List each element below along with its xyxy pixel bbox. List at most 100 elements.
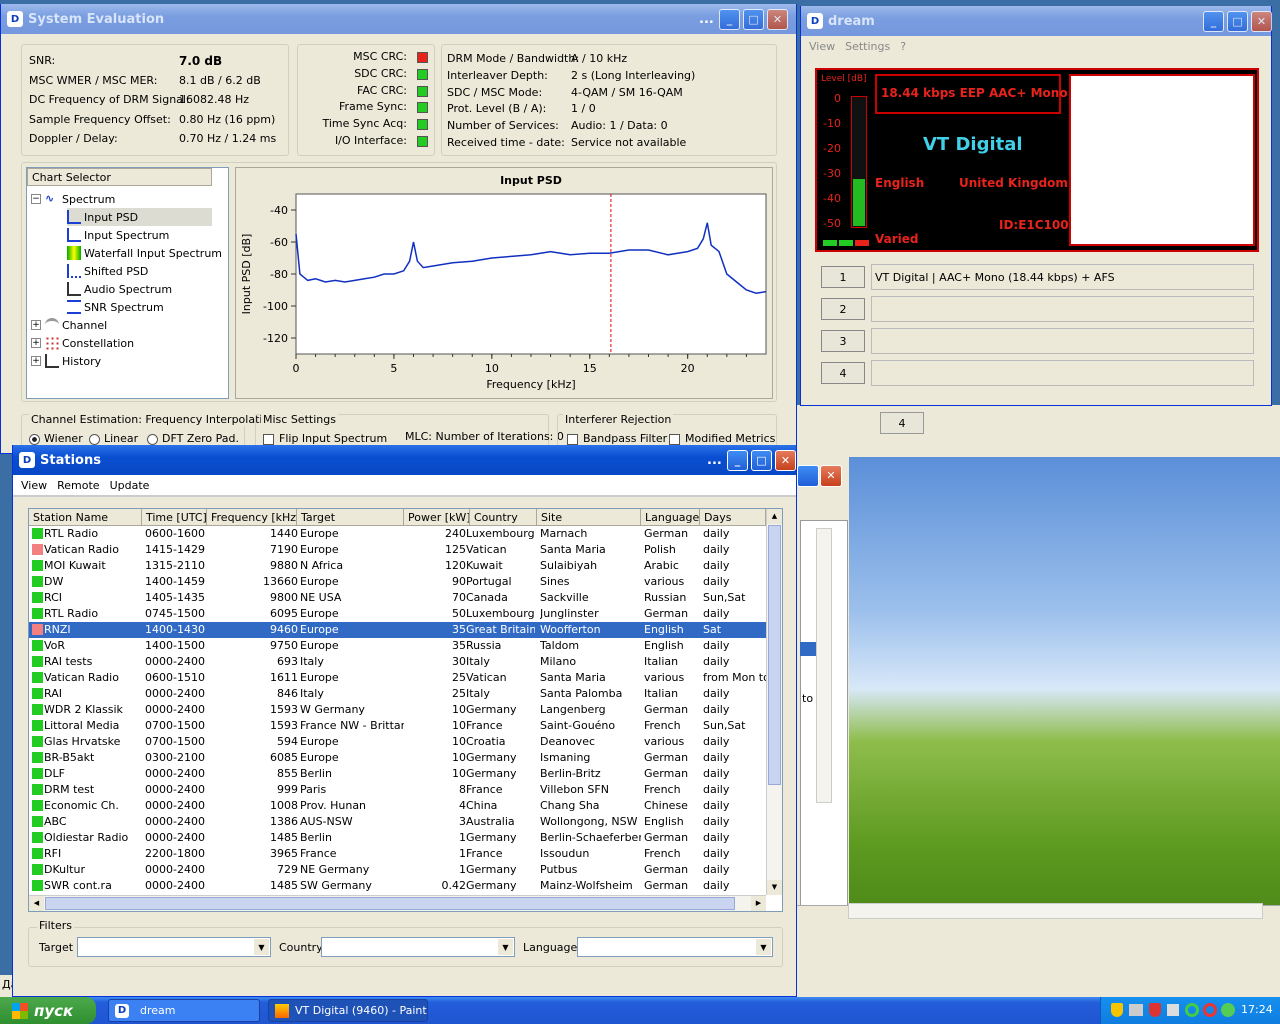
sync-icon[interactable] bbox=[1221, 1003, 1235, 1017]
volume-icon[interactable] bbox=[1167, 1004, 1179, 1016]
flip-spectrum-checkbox[interactable]: Flip Input Spectrum bbox=[263, 432, 387, 445]
refresh-icon[interactable] bbox=[1185, 1003, 1199, 1017]
filter-target-select[interactable]: ▼ bbox=[77, 937, 271, 957]
close-button[interactable]: ✕ bbox=[775, 450, 796, 471]
expand-icon[interactable]: + bbox=[31, 320, 41, 330]
target-icon[interactable] bbox=[1203, 1003, 1217, 1017]
filter-country-select[interactable]: ▼ bbox=[321, 937, 515, 957]
background-scrollbar[interactable] bbox=[816, 528, 832, 803]
radio-dft[interactable]: DFT Zero Pad. bbox=[147, 432, 239, 445]
column-header-days[interactable]: Days bbox=[700, 509, 766, 526]
scroll-right-icon[interactable]: ▶ bbox=[751, 896, 766, 911]
minimize-button[interactable]: _ bbox=[727, 450, 748, 471]
scroll-left-icon[interactable]: ◀ bbox=[29, 896, 44, 911]
security-icon[interactable] bbox=[1149, 1003, 1161, 1017]
table-row[interactable]: Glas Hrvatske 0700-1500 594 Europe 10 Croatia… bbox=[29, 734, 766, 750]
column-header-lang[interactable]: Language bbox=[641, 509, 700, 526]
vertical-scrollbar[interactable]: ▲ ▼ bbox=[766, 509, 782, 895]
column-header-name[interactable]: Station Name bbox=[29, 509, 142, 526]
table-row[interactable]: ABC 0000-2400 1386 AUS-NSW 3 Australia Wollong… bbox=[29, 814, 766, 830]
menu-remote[interactable]: Remote bbox=[57, 479, 99, 492]
radio-linear[interactable]: Linear bbox=[89, 432, 138, 445]
service-button-2[interactable]: 2 bbox=[821, 298, 865, 320]
table-row[interactable]: Vatican Radio 1415-1429 7190 Europe 125 Vatic… bbox=[29, 542, 766, 558]
expand-icon[interactable]: + bbox=[31, 356, 41, 366]
service-button-3[interactable]: 3 bbox=[821, 330, 865, 352]
minimize-button[interactable]: _ bbox=[1203, 11, 1224, 32]
close-button[interactable]: ✕ bbox=[1251, 11, 1272, 32]
close-button[interactable]: ✕ bbox=[767, 9, 788, 30]
column-header-target[interactable]: Target bbox=[297, 509, 404, 526]
dream-titlebar[interactable]: D dream _ □ ✕ bbox=[801, 6, 1272, 36]
collapse-icon[interactable]: − bbox=[31, 194, 41, 204]
table-row[interactable]: SWR cont.ra 0000-2400 1485 SW Germany 0.42 Ge… bbox=[29, 878, 766, 894]
scroll-down-icon[interactable]: ▼ bbox=[767, 880, 782, 895]
table-row[interactable]: Economic Ch. 0000-2400 1008 Prov. Hunan 4 Chi… bbox=[29, 798, 766, 814]
radio-icon[interactable] bbox=[89, 433, 100, 445]
tree-item-input-psd[interactable]: Input PSD bbox=[67, 208, 212, 226]
tree-item-spectrum[interactable]: − ∿ Spectrum bbox=[31, 190, 115, 208]
chart-selector-tree[interactable]: Chart Selector − ∿ Spectrum Input PSD Inpu… bbox=[26, 167, 229, 399]
expand-icon[interactable]: + bbox=[31, 338, 41, 348]
menu-help[interactable]: ? bbox=[900, 40, 906, 53]
start-button[interactable]: пуск bbox=[0, 997, 96, 1024]
radio-icon[interactable] bbox=[147, 433, 158, 445]
modified-metrics-checkbox[interactable]: Modified Metrics bbox=[669, 432, 775, 445]
minimize-button[interactable]: _ bbox=[719, 9, 740, 30]
tree-item-constellation[interactable]: + Constellation bbox=[31, 334, 134, 352]
table-row[interactable]: MOI Kuwait 1315-2110 9880 N Africa 120 Kuwait… bbox=[29, 558, 766, 574]
chevron-down-icon[interactable]: ▼ bbox=[498, 939, 513, 955]
service-button-1[interactable]: 1 bbox=[821, 266, 865, 288]
hscroll-thumb[interactable] bbox=[45, 897, 735, 910]
tree-item-shifted-psd[interactable]: Shifted PSD bbox=[67, 262, 148, 280]
table-row[interactable]: DW 1400-1459 13660 Europe 90 Portugal Sines var… bbox=[29, 574, 766, 590]
background-hscroll[interactable] bbox=[848, 903, 1263, 919]
maximize-button[interactable]: □ bbox=[743, 9, 764, 30]
network-icon[interactable] bbox=[1129, 1004, 1143, 1016]
service-button-4[interactable]: 4 bbox=[821, 362, 865, 384]
more-icon[interactable]: ... bbox=[699, 12, 714, 27]
maximize-button[interactable]: □ bbox=[751, 450, 772, 471]
system-evaluation-titlebar[interactable]: D System Evaluation ... _ □ ✕ bbox=[1, 4, 796, 34]
tree-item-snr-spectrum[interactable]: SNR Spectrum bbox=[67, 298, 164, 316]
shield-icon[interactable] bbox=[1111, 1003, 1123, 1017]
chevron-down-icon[interactable]: ▼ bbox=[756, 939, 771, 955]
menu-update[interactable]: Update bbox=[110, 479, 150, 492]
tree-item-audio-spectrum[interactable]: Audio Spectrum bbox=[67, 280, 172, 298]
checkbox-icon[interactable] bbox=[263, 433, 274, 445]
tree-item-input-spectrum[interactable]: Input Spectrum bbox=[67, 226, 169, 244]
background-max-button[interactable] bbox=[797, 465, 819, 487]
column-header-power[interactable]: Power [kW] bbox=[404, 509, 470, 526]
column-header-freq[interactable]: Frequency [kHz] bbox=[207, 509, 297, 526]
column-header-site[interactable]: Site bbox=[537, 509, 641, 526]
table-row[interactable]: RAI 0000-2400 846 Italy 25 Italy Santa Palomba… bbox=[29, 686, 766, 702]
table-row[interactable]: DKultur 0000-2400 729 NE Germany 1 Germany Put… bbox=[29, 862, 766, 878]
tree-item-waterfall[interactable]: Waterfall Input Spectrum bbox=[67, 244, 222, 262]
column-header-country[interactable]: Country bbox=[470, 509, 537, 526]
background-close-button[interactable]: ✕ bbox=[820, 465, 842, 487]
horizontal-scrollbar[interactable]: ◀ ▶ bbox=[29, 895, 766, 911]
taskbar-item-paint[interactable]: VT Digital (9460) - Paint bbox=[268, 999, 428, 1022]
table-row[interactable]: RTL Radio 0745-1500 6095 Europe 50 Luxembourg… bbox=[29, 606, 766, 622]
tree-item-channel[interactable]: + Channel bbox=[31, 316, 107, 334]
more-icon[interactable]: ... bbox=[707, 453, 722, 468]
table-row[interactable]: Littoral Media 0700-1500 1593 France NW - B… bbox=[29, 718, 766, 734]
checkbox-icon[interactable] bbox=[669, 433, 680, 445]
bandpass-checkbox[interactable]: Bandpass Filter bbox=[567, 432, 667, 445]
table-row[interactable]: RNZI 1400-1430 9460 Europe 35 Great Britain Wo… bbox=[29, 622, 766, 638]
menu-view[interactable]: View bbox=[809, 40, 835, 53]
table-row[interactable]: Vatican Radio 0600-1510 1611 Europe 25 Vatica… bbox=[29, 670, 766, 686]
checkbox-icon[interactable] bbox=[567, 433, 578, 445]
tree-item-history[interactable]: + History bbox=[31, 352, 101, 370]
table-row[interactable]: RCI 1405-1435 9800 NE USA 70 Canada Sackville R… bbox=[29, 590, 766, 606]
filter-language-select[interactable]: ▼ bbox=[577, 937, 773, 957]
table-row[interactable]: DRM test 0000-2400 999 Paris 8 France Villebon… bbox=[29, 782, 766, 798]
column-header-time[interactable]: Time [UTC] bbox=[142, 509, 207, 526]
table-row[interactable]: WDR 2 Klassik 0000-2400 1593 W Germany 10 Ger… bbox=[29, 702, 766, 718]
menu-view[interactable]: View bbox=[21, 479, 47, 492]
menu-settings[interactable]: Settings bbox=[845, 40, 890, 53]
chart-selector-header[interactable]: Chart Selector bbox=[27, 168, 212, 186]
radio-wiener[interactable]: Wiener bbox=[29, 432, 83, 445]
table-row[interactable]: BR-B5akt 0300-2100 6085 Europe 10 Germany Isma… bbox=[29, 750, 766, 766]
table-row[interactable]: RFI 2200-1800 3965 France 1 France Issoudun Fre… bbox=[29, 846, 766, 862]
